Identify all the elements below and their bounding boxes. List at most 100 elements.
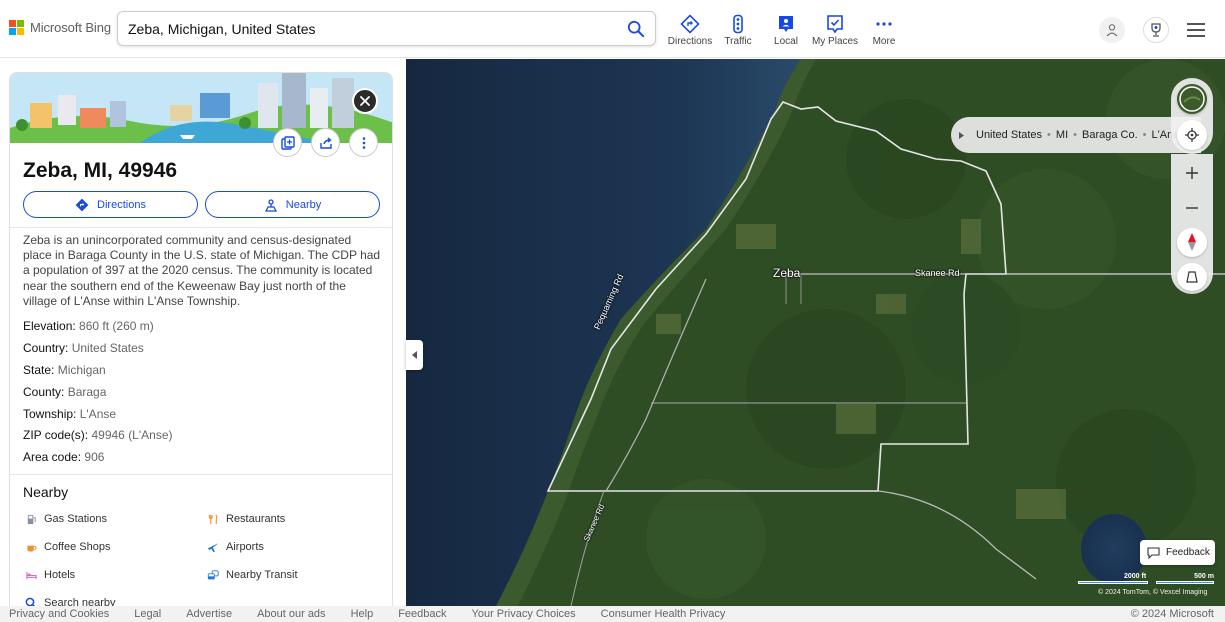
fact-value: L'Anse xyxy=(79,406,117,421)
map-zoom-controls xyxy=(1171,154,1213,294)
nav-my-places[interactable]: My Places xyxy=(810,14,860,47)
more-options-button[interactable] xyxy=(349,128,378,157)
trophy-icon xyxy=(1151,23,1161,37)
hamburger-icon xyxy=(1187,29,1205,31)
footer-link[interactable]: Your Privacy Choices xyxy=(472,608,576,620)
caret-right-icon xyxy=(959,131,964,139)
footer-link[interactable]: Help xyxy=(351,608,374,620)
map-label-skanee-rd: Skanee Rd xyxy=(915,268,960,278)
nearby-item-label: Restaurants xyxy=(226,513,286,525)
location-breadcrumb[interactable]: United States • MI • Baraga Co. • L'Anse xyxy=(951,117,1201,153)
footer-link[interactable]: Consumer Health Privacy xyxy=(601,608,726,620)
fact-key: Area code: xyxy=(23,450,82,465)
share-button[interactable] xyxy=(311,128,340,157)
nearby-restaurants[interactable]: Restaurants xyxy=(207,513,285,525)
close-button[interactable] xyxy=(352,88,378,114)
footer-link[interactable]: Privacy and Cookies xyxy=(9,608,109,620)
nearby-gas-stations[interactable]: Gas Stations xyxy=(25,513,107,525)
map-scale: 2000 ft 500 m xyxy=(1078,573,1215,584)
zoom-in-button[interactable] xyxy=(1177,159,1207,188)
fact-key: State: xyxy=(23,362,55,377)
breadcrumb-item[interactable]: Baraga Co. xyxy=(1082,129,1138,141)
feedback-icon xyxy=(1147,546,1160,559)
bing-logo[interactable]: Microsoft Bing xyxy=(9,20,111,35)
info-panel: Zeba, MI, 49946 Directions Nearby Zeba i… xyxy=(9,72,393,612)
search-box[interactable] xyxy=(117,11,656,46)
top-bar: Microsoft Bing Directions Traffic xyxy=(0,0,1225,58)
globe-icon xyxy=(1179,86,1205,112)
breadcrumb-separator: • xyxy=(1142,129,1147,141)
nearby-airports[interactable]: Airports xyxy=(207,541,264,553)
fact-area-code: Area code: 906 xyxy=(23,450,173,472)
fact-value: Michigan xyxy=(57,362,106,377)
directions-button[interactable]: Directions xyxy=(23,191,198,218)
zoom-out-button[interactable] xyxy=(1177,194,1207,223)
account-button[interactable] xyxy=(1099,17,1125,43)
directions-icon xyxy=(75,198,89,211)
footer-link[interactable]: Advertise xyxy=(186,608,232,620)
breadcrumb-separator: • xyxy=(1047,129,1051,141)
nav-local[interactable]: Local xyxy=(762,14,810,47)
footer-link[interactable]: Feedback xyxy=(398,608,446,620)
nav-more[interactable]: More xyxy=(860,14,908,47)
nearby-button[interactable]: Nearby xyxy=(205,191,380,218)
nearby-section-title: Nearby xyxy=(23,484,69,500)
fact-county: County: Baraga xyxy=(23,385,173,407)
plus-icon xyxy=(1186,167,1198,180)
logo-text: Microsoft Bing xyxy=(30,20,111,35)
locate-icon xyxy=(1185,128,1199,142)
breadcrumb-item[interactable]: United States xyxy=(976,129,1042,141)
nearby-coffee-shops[interactable]: Coffee Shops xyxy=(25,541,110,553)
place-title: Zeba, MI, 49946 xyxy=(23,159,178,182)
locate-me-button[interactable] xyxy=(1177,120,1207,150)
fact-value: United States xyxy=(71,340,144,355)
map-feedback-button[interactable]: Feedback xyxy=(1140,540,1215,565)
fact-key: ZIP code(s): xyxy=(23,428,89,443)
tilt-button[interactable] xyxy=(1177,262,1207,291)
breadcrumb-item[interactable]: MI xyxy=(1056,129,1068,141)
top-right-controls xyxy=(1099,17,1205,43)
scale-ft-bar xyxy=(1078,581,1148,584)
microsoft-logo-icon xyxy=(9,20,24,35)
fact-value: Baraga xyxy=(67,384,107,399)
fact-key: County: xyxy=(23,384,65,399)
map-label-zeba[interactable]: Zeba xyxy=(773,266,800,280)
nearby-hotels[interactable]: Hotels xyxy=(25,569,75,581)
user-icon xyxy=(1106,24,1118,37)
nearby-item-label: Nearby Transit xyxy=(226,569,298,581)
gas-station-icon xyxy=(25,513,37,525)
top-nav: Directions Traffic Local My Places More xyxy=(666,14,908,47)
search-input[interactable] xyxy=(128,20,608,37)
nav-label: More xyxy=(872,36,896,47)
fact-key: Township: xyxy=(23,406,77,421)
fact-key: Elevation: xyxy=(23,319,76,333)
nav-directions[interactable]: Directions xyxy=(666,14,714,47)
map-style-button[interactable] xyxy=(1177,84,1207,114)
share-icon xyxy=(319,136,332,149)
minus-icon xyxy=(1186,207,1198,209)
more-icon xyxy=(876,22,892,26)
nearby-item-label: Coffee Shops xyxy=(44,541,111,553)
collection-icon xyxy=(280,135,295,150)
rewards-button[interactable] xyxy=(1143,17,1169,43)
nav-label: Directions xyxy=(667,36,713,47)
nearby-item-label: Hotels xyxy=(44,569,76,581)
divider xyxy=(10,227,392,228)
map-attribution: © 2024 TomTom, © Vexcel Imaging xyxy=(1098,589,1208,596)
footer-link[interactable]: About our ads xyxy=(257,608,326,620)
fact-state: State: Michigan xyxy=(23,363,173,385)
coffee-icon xyxy=(25,541,37,553)
footer-link[interactable]: Legal xyxy=(134,608,161,620)
nearby-item-label: Airports xyxy=(226,541,264,553)
collapse-panel-button[interactable] xyxy=(406,340,423,370)
nearby-item-label: Gas Stations xyxy=(44,513,107,525)
kebab-icon xyxy=(362,136,365,149)
compass-button[interactable] xyxy=(1177,228,1207,257)
divider xyxy=(10,474,392,475)
nearby-transit[interactable]: Nearby Transit xyxy=(207,569,298,581)
breadcrumb-separator: • xyxy=(1073,129,1077,141)
menu-button[interactable] xyxy=(1187,23,1205,37)
nav-traffic[interactable]: Traffic xyxy=(714,14,762,47)
save-button[interactable] xyxy=(273,128,302,157)
search-icon[interactable] xyxy=(627,20,645,38)
